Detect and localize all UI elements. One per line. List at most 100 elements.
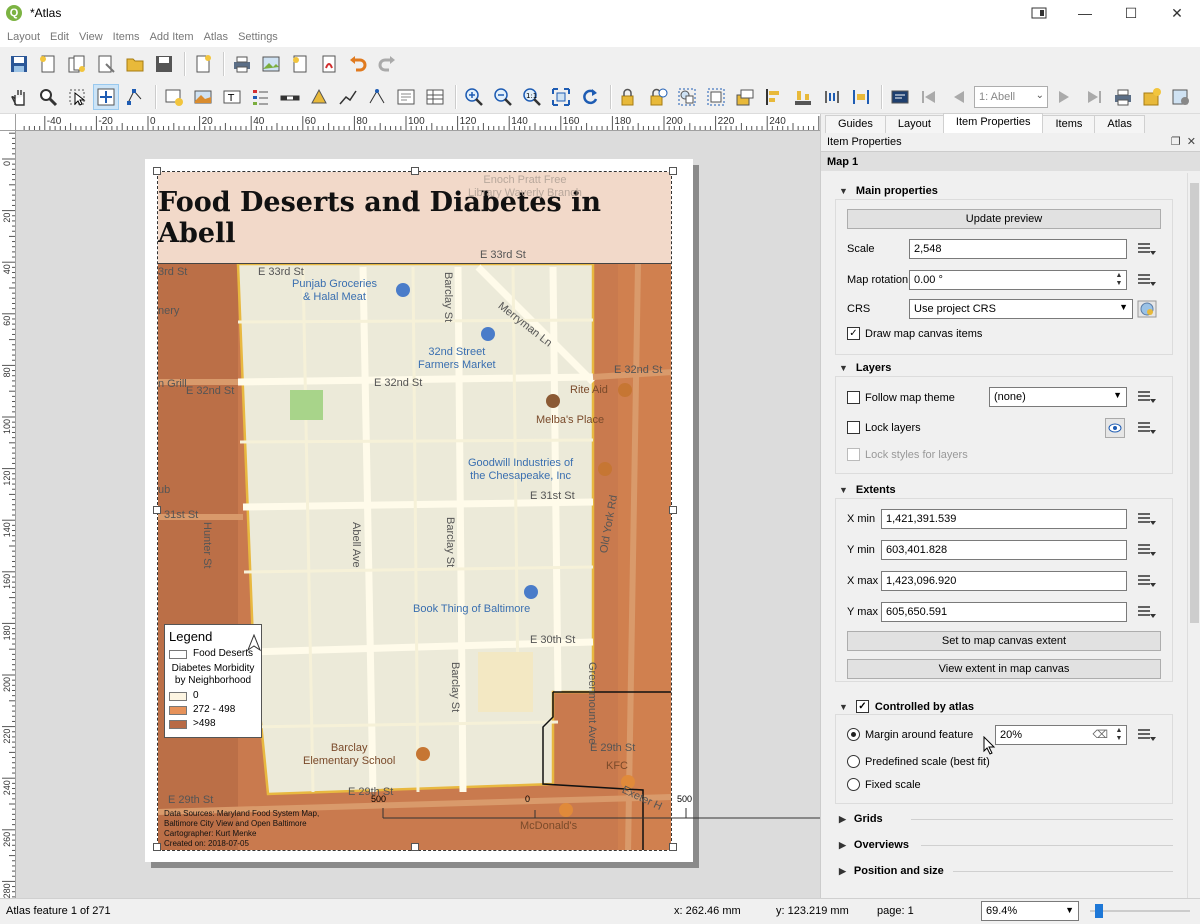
layout-manager-button[interactable] <box>93 51 119 77</box>
tab-guides[interactable]: Guides <box>825 115 886 133</box>
add-scalebar-button[interactable] <box>277 84 303 110</box>
spinner-arrows-icon[interactable]: ▲ ▼ <box>1114 727 1124 743</box>
set-to-canvas-extent-button[interactable]: Set to map canvas extent <box>847 631 1161 651</box>
scrollbar-thumb[interactable] <box>1190 183 1199 623</box>
data-defined-button[interactable] <box>1135 540 1159 560</box>
data-defined-button[interactable] <box>1135 571 1159 591</box>
new-layout-button[interactable] <box>35 51 61 77</box>
spinner-arrows-icon[interactable]: ▲ ▼ <box>1114 272 1124 288</box>
group-items-button[interactable] <box>674 84 700 110</box>
layout-canvas[interactable]: Food Deserts and Diabetes in Abell E 33r… <box>16 131 820 898</box>
map-theme-select[interactable]: (none) ▼ <box>989 387 1127 407</box>
xmin-input[interactable]: 1,421,391.539 <box>881 509 1127 529</box>
menu-layout[interactable]: Layout <box>2 31 45 43</box>
selection-handle[interactable] <box>153 506 161 514</box>
select-tool-button[interactable] <box>64 84 90 110</box>
atlas-feature-combo[interactable]: 1: Abell ⌄ <box>974 85 1048 108</box>
zoom-full-button[interactable] <box>548 84 574 110</box>
distribute-items-button[interactable] <box>790 84 816 110</box>
data-defined-button[interactable] <box>1135 270 1159 290</box>
duplicate-layout-button[interactable] <box>64 51 90 77</box>
add-polyline-button[interactable] <box>335 84 361 110</box>
add-picture-button[interactable] <box>190 84 216 110</box>
maximize-button[interactable]: ☐ <box>1108 0 1154 26</box>
position-size-header[interactable]: ▶ Position and size <box>839 865 944 877</box>
selection-handle[interactable] <box>669 167 677 175</box>
zoom-in-button[interactable] <box>461 84 487 110</box>
edit-nodes-button[interactable] <box>122 84 148 110</box>
overviews-header[interactable]: ▶ Overviews <box>839 839 909 851</box>
rotation-input[interactable]: 0.00 ° ▲ ▼ <box>909 270 1127 290</box>
save-template-button[interactable] <box>151 51 177 77</box>
print-atlas-button[interactable] <box>1110 84 1136 110</box>
refresh-button[interactable] <box>577 84 603 110</box>
add-html-button[interactable] <box>393 84 419 110</box>
close-button[interactable]: ✕ <box>1154 0 1200 26</box>
pan-tool-button[interactable] <box>6 84 32 110</box>
tab-layout[interactable]: Layout <box>884 115 944 133</box>
lock-items-button[interactable] <box>616 84 642 110</box>
print-button[interactable] <box>229 51 255 77</box>
add-table-button[interactable] <box>422 84 448 110</box>
close-panel-icon[interactable]: ✕ <box>1187 136 1196 148</box>
undo-button[interactable] <box>345 51 371 77</box>
menu-items[interactable]: Items <box>108 31 145 43</box>
predefined-scale-radio[interactable] <box>847 755 860 768</box>
crs-selector-button[interactable] <box>1135 299 1159 319</box>
align-center-button[interactable] <box>848 84 874 110</box>
crs-select[interactable]: Use project CRS ▼ <box>909 299 1133 319</box>
ungroup-items-button[interactable] <box>703 84 729 110</box>
export-atlas-image-button[interactable] <box>1139 84 1165 110</box>
data-defined-button[interactable] <box>1135 509 1159 529</box>
zoom-tool-button[interactable] <box>35 84 61 110</box>
zoom-select[interactable]: 69.4% ▼ <box>981 901 1079 921</box>
menu-edit[interactable]: Edit <box>45 31 74 43</box>
layer-visibility-button[interactable] <box>1105 418 1125 438</box>
atlas-preview-button[interactable] <box>887 84 913 110</box>
raise-items-button[interactable] <box>732 84 758 110</box>
data-defined-button[interactable] <box>1135 418 1159 438</box>
menu-view[interactable]: View <box>74 31 108 43</box>
redo-button[interactable] <box>374 51 400 77</box>
zoom-out-button[interactable] <box>490 84 516 110</box>
open-template-button[interactable] <box>122 51 148 77</box>
data-defined-button[interactable] <box>1135 602 1159 622</box>
move-content-button[interactable] <box>93 83 119 110</box>
margin-input[interactable]: 20% ⌫ ▲ ▼ <box>995 725 1127 745</box>
tab-atlas[interactable]: Atlas <box>1094 115 1145 133</box>
next-feature-button[interactable] <box>1052 84 1078 110</box>
save-layout-button[interactable] <box>6 51 32 77</box>
selection-handle[interactable] <box>153 167 161 175</box>
first-feature-button[interactable] <box>916 84 942 110</box>
controlled-by-atlas-checkbox[interactable]: ✓ <box>855 700 869 713</box>
tab-items[interactable]: Items <box>1042 115 1096 133</box>
float-panel-icon[interactable]: ❐ <box>1171 136 1181 148</box>
grids-header[interactable]: ▶ Grids <box>839 813 883 825</box>
update-preview-button[interactable]: Update preview <box>847 209 1161 229</box>
page-setup-button[interactable] <box>190 51 216 77</box>
export-image-button[interactable] <box>258 51 284 77</box>
add-node-item-button[interactable] <box>364 84 390 110</box>
zoom-actual-button[interactable]: 1:1 <box>519 84 545 110</box>
add-shape-button[interactable] <box>306 84 332 110</box>
menu-settings[interactable]: Settings <box>233 31 283 43</box>
export-svg-button[interactable] <box>287 51 313 77</box>
lock-styles-checkbox[interactable] <box>847 448 860 461</box>
selection-handle[interactable] <box>411 843 419 851</box>
view-extent-button[interactable]: View extent in map canvas <box>847 659 1161 679</box>
menu-atlas[interactable]: Atlas <box>199 31 233 43</box>
follow-theme-checkbox[interactable] <box>847 391 860 404</box>
lock-layers-checkbox[interactable] <box>847 421 860 434</box>
xmax-input[interactable]: 1,423,096.920 <box>881 571 1127 591</box>
previous-feature-button[interactable] <box>945 84 971 110</box>
tab-item-properties[interactable]: Item Properties <box>942 113 1044 133</box>
clear-field-icon[interactable]: ⌫ <box>1092 728 1108 741</box>
ymin-input[interactable]: 603,401.828 <box>881 540 1127 560</box>
export-pdf-button[interactable] <box>316 51 342 77</box>
ymax-input[interactable]: 605,650.591 <box>881 602 1127 622</box>
draw-items-checkbox[interactable]: ✓ <box>847 327 860 340</box>
dock-scrollbar[interactable] <box>1187 173 1200 898</box>
data-defined-button[interactable] <box>1135 387 1159 407</box>
add-label-button[interactable]: T <box>219 84 245 110</box>
minimize-button[interactable]: — <box>1062 0 1108 26</box>
